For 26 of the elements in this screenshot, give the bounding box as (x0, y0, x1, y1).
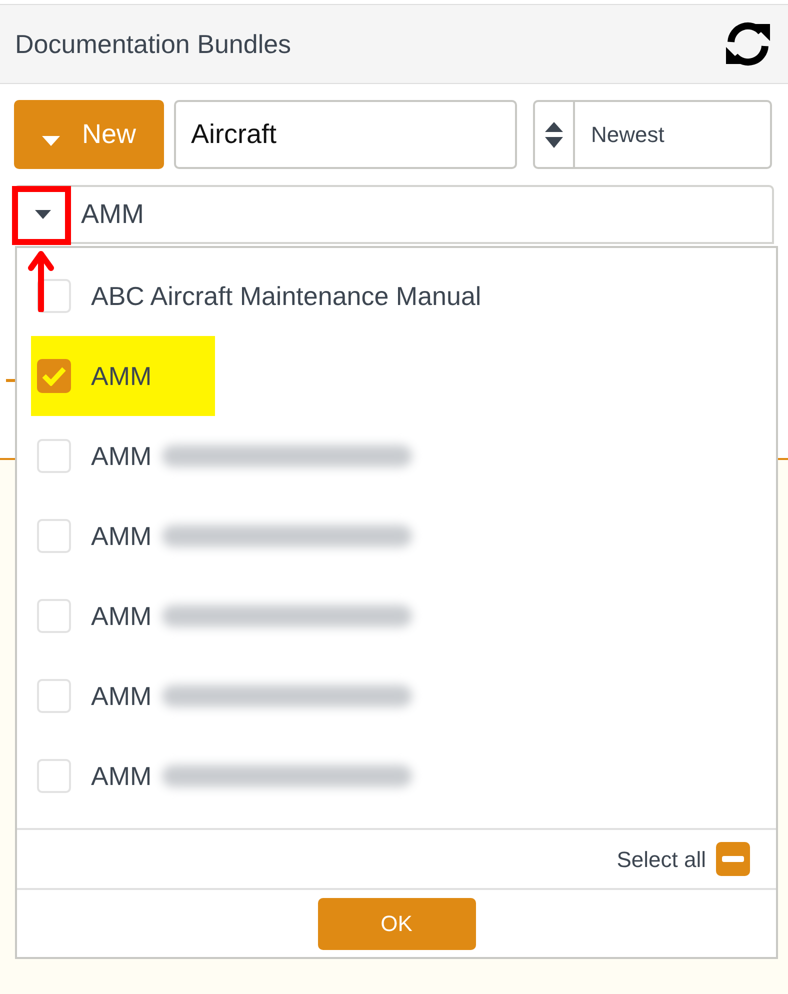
checkbox[interactable] (37, 679, 71, 713)
caret-down-icon[interactable] (35, 210, 51, 219)
option-label[interactable]: AMM (91, 356, 152, 396)
option-label[interactable]: AMM (91, 436, 152, 476)
search-field[interactable]: Aircraft (174, 100, 517, 169)
caret-down-icon (42, 136, 60, 146)
filter-dropdown[interactable]: AMM (14, 185, 774, 244)
sort-dropdown[interactable]: Newest (533, 100, 772, 169)
checkbox[interactable] (37, 439, 71, 473)
select-all-label: Select all (616, 846, 706, 874)
sort-icon (545, 122, 563, 148)
panel-title: Documentation Bundles (15, 28, 292, 60)
option-label[interactable]: AMM (91, 516, 152, 556)
minus-icon (722, 856, 744, 862)
select-all-checkbox[interactable] (716, 842, 750, 876)
checkmark-icon (41, 366, 67, 386)
refresh-icon[interactable] (723, 20, 773, 68)
option-label[interactable]: AMM (91, 756, 152, 796)
checkbox[interactable] (37, 359, 71, 393)
arrow-icon (28, 250, 54, 312)
checkbox[interactable] (37, 519, 71, 553)
option-label[interactable]: ABC Aircraft Maintenance Manual (91, 276, 482, 316)
checkbox[interactable] (37, 759, 71, 793)
option-label[interactable]: AMM (91, 596, 152, 636)
option-label[interactable]: AMM (91, 676, 152, 716)
checkbox[interactable] (37, 599, 71, 633)
